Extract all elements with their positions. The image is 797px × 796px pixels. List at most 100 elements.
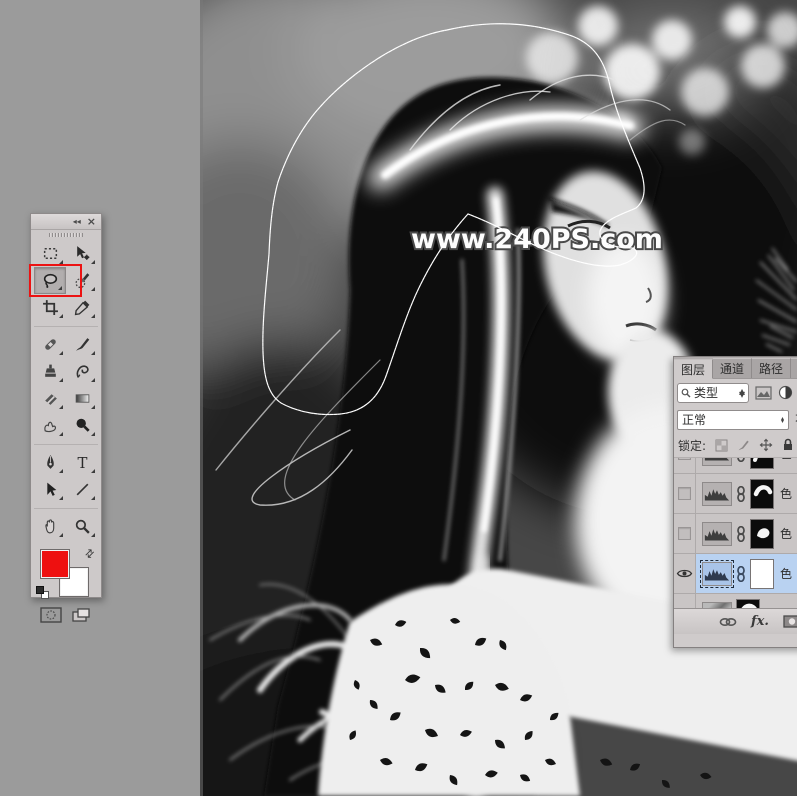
brush-icon — [75, 338, 89, 351]
path-selection-tool[interactable] — [34, 476, 66, 503]
lasso-tool[interactable] — [34, 267, 66, 294]
marquee-icon — [43, 247, 57, 260]
layer-filter-select[interactable]: 类型 ▴ ▾ — [677, 382, 749, 403]
layer-mask-thumbnail[interactable] — [750, 458, 774, 469]
pen-tool[interactable] — [34, 449, 66, 476]
gradient-icon — [75, 394, 89, 403]
tab-paths[interactable]: 路径 — [752, 358, 792, 378]
layer-row[interactable] — [674, 594, 797, 608]
layer-mask-thumbnail[interactable] — [736, 598, 760, 608]
levels-adjustment-thumbnail[interactable] — [702, 521, 732, 546]
line-icon — [76, 483, 88, 496]
link-icon — [719, 617, 737, 626]
hand-tool[interactable] — [34, 513, 66, 540]
layer-name: 色 — [780, 458, 792, 462]
link-layers-button[interactable] — [719, 617, 737, 627]
collapse-panel-icon[interactable]: ◂◂ — [73, 217, 81, 226]
photoshop-workspace: { "accent": { "red": "#ec1212", "selecti… — [0, 0, 797, 796]
spot-healing-tool[interactable] — [34, 331, 66, 358]
blend-mode-select[interactable]: 正常 ▴ ▾ — [677, 409, 789, 430]
lock-all-icon[interactable] — [782, 438, 794, 452]
add-mask-button[interactable] — [783, 615, 797, 628]
line-tool[interactable] — [66, 476, 98, 503]
tool-divider — [34, 503, 98, 509]
brush-tool[interactable] — [66, 331, 98, 358]
history-brush-tool[interactable] — [66, 358, 98, 385]
spinner-icon: ▴ ▾ — [780, 414, 784, 425]
eyedropper-tool[interactable] — [66, 294, 98, 321]
close-icon[interactable]: × — [87, 216, 96, 227]
visibility-toggle[interactable] — [674, 514, 696, 553]
crop-tool[interactable] — [34, 294, 66, 321]
levels-adjustment-thumbnail[interactable] — [700, 559, 734, 588]
layer-mask-thumbnail[interactable] — [750, 518, 774, 549]
healing-bandage-icon — [44, 339, 56, 350]
type-icon: T — [77, 454, 87, 471]
levels-histogram-icon — [704, 458, 730, 460]
levels-histogram-icon — [704, 528, 730, 540]
visibility-toggle[interactable] — [674, 554, 696, 593]
gradient-tool[interactable] — [66, 385, 98, 412]
mask-shape — [753, 484, 773, 496]
svg-text:T: T — [77, 454, 87, 471]
quick-selection-tool[interactable] — [66, 267, 98, 294]
visibility-toggle[interactable] — [674, 458, 696, 473]
mask-link-icon[interactable] — [736, 458, 746, 462]
levels-histogram-icon — [704, 488, 730, 500]
layer-mask-thumbnail[interactable] — [750, 478, 774, 509]
dodge-tool[interactable] — [66, 412, 98, 439]
hand-icon — [44, 519, 54, 534]
clone-stamp-tool[interactable] — [34, 358, 66, 385]
layer-name: 色 — [780, 567, 793, 581]
move-tool[interactable] — [66, 240, 98, 267]
visibility-toggle[interactable] — [674, 474, 696, 513]
levels-adjustment-thumbnail[interactable] — [702, 481, 732, 506]
lock-transparency-icon[interactable] — [715, 439, 728, 452]
palette-grip[interactable] — [31, 230, 101, 239]
eraser-tool[interactable] — [34, 385, 66, 412]
layer-row[interactable]: 色 — [674, 458, 797, 474]
color-swatches: ⇄ — [31, 545, 101, 601]
tab-layers[interactable]: 图层 — [674, 359, 714, 379]
filter-image-icon[interactable] — [755, 385, 772, 400]
filter-adjustment-icon[interactable] — [778, 385, 793, 400]
mask-shape — [757, 527, 770, 538]
mask-link-icon[interactable] — [736, 565, 746, 582]
layer-name: 色 — [780, 527, 793, 541]
default-colors-icon[interactable] — [36, 586, 49, 599]
zoom-tool[interactable] — [66, 513, 98, 540]
tool-palette: ◂◂ × T ⇄ — [30, 213, 102, 623]
panel-resize-grip[interactable] — [674, 634, 797, 643]
tool-divider — [34, 321, 98, 327]
visibility-toggle[interactable] — [674, 594, 696, 608]
history-brush-icon — [76, 365, 89, 378]
mask-link-icon[interactable] — [736, 485, 746, 502]
foreground-color-swatch[interactable] — [40, 549, 70, 579]
tab-channels[interactable]: 通道 — [713, 358, 753, 378]
lasso-icon — [43, 273, 57, 288]
layer-mask-thumbnail[interactable] — [750, 558, 774, 589]
smudge-tool[interactable] — [34, 412, 66, 439]
levels-adjustment-thumbnail[interactable] — [702, 458, 732, 466]
quick-mask-button[interactable] — [39, 605, 63, 624]
palette-header: ◂◂ × — [31, 214, 101, 230]
eyedropper-icon — [74, 300, 89, 316]
lock-position-move-icon[interactable] — [759, 438, 773, 452]
magnifier-icon — [75, 519, 90, 534]
quick-selection-icon — [74, 273, 89, 289]
layer-row[interactable]: 色 — [674, 514, 797, 554]
type-tool[interactable]: T — [66, 449, 98, 476]
black-arrow-icon — [46, 482, 56, 496]
rectangular-marquee-tool[interactable] — [34, 240, 66, 267]
lock-pixels-brush-icon[interactable] — [737, 439, 750, 452]
levels-histogram-icon — [704, 568, 730, 580]
layer-style-button[interactable]: fx. — [751, 614, 769, 629]
swap-colors-icon[interactable]: ⇄ — [82, 546, 98, 562]
screen-mode-button[interactable] — [69, 605, 93, 624]
photo-layer-thumbnail[interactable] — [702, 601, 732, 608]
mask-link-icon[interactable] — [736, 525, 746, 542]
lock-label: 锁定: — [678, 438, 707, 453]
layer-row[interactable]: 色 — [674, 474, 797, 514]
tab-history[interactable]: 历 — [791, 358, 797, 378]
layer-row-selected[interactable]: 色 — [674, 554, 797, 594]
